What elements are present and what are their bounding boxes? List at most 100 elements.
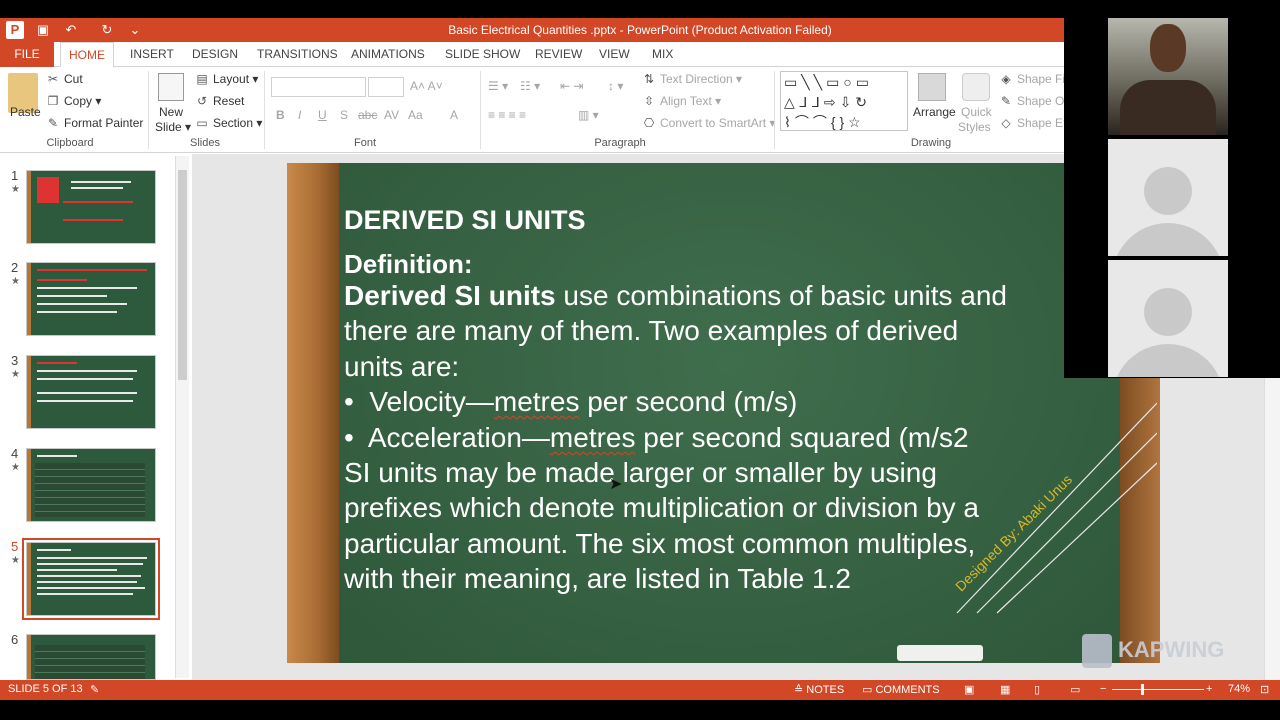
columns-icon[interactable]: ▥ ▾	[578, 108, 599, 122]
spellcheck-icon[interactable]: ✎	[90, 683, 99, 696]
zoom-level[interactable]: 74%	[1228, 683, 1250, 695]
new-slide-icon[interactable]	[158, 73, 184, 101]
arrange-icon[interactable]	[918, 73, 946, 101]
tab-mix[interactable]: MIX	[644, 42, 681, 67]
grow-font-icon[interactable]: A˄ A˅	[410, 79, 443, 93]
paste-button[interactable]: Paste	[10, 105, 41, 119]
shape-outline-button[interactable]: ✎ Shape Ou	[999, 94, 1071, 108]
indent-icons[interactable]: ⇤ ⇥	[560, 79, 583, 93]
change-case-button[interactable]: Aa	[408, 108, 423, 122]
thumb-line	[37, 549, 71, 551]
numbering-icon[interactable]: ☷ ▾	[520, 79, 540, 93]
tab-file[interactable]: FILE	[0, 42, 54, 67]
bullet-velocity[interactable]: • Velocity—metres per second (m/s)	[344, 386, 797, 418]
thumbnails-scrollbar[interactable]	[175, 156, 189, 678]
section-button[interactable]: ▭ Section ▾	[195, 116, 262, 130]
body-line-3[interactable]: units are:	[344, 351, 459, 383]
slideshow-icon[interactable]: ▭	[1070, 683, 1080, 696]
bold-button[interactable]: B	[276, 108, 285, 122]
tab-slide-show[interactable]: SLIDE SHOW	[437, 42, 528, 67]
body-line-5[interactable]: prefixes which denote multiplication or …	[344, 492, 979, 524]
quick-styles-label-2[interactable]: Styles	[958, 120, 991, 134]
section-icon: ▭	[196, 116, 208, 130]
slide-title[interactable]: DERIVED SI UNITS	[344, 205, 586, 236]
convert-smartart-button[interactable]: ⎔ Convert to SmartArt ▾	[642, 116, 776, 130]
strikethrough-button[interactable]: abc	[358, 108, 377, 122]
bullet-acceleration[interactable]: • Acceleration—metres per second squared…	[344, 422, 969, 454]
char-spacing-button[interactable]: AV	[384, 108, 399, 122]
zoom-out-icon[interactable]: −	[1100, 683, 1106, 695]
comments-button[interactable]: ▭ COMMENTS	[862, 683, 940, 696]
avatar-body	[1112, 223, 1224, 256]
layout-button[interactable]: ▤ Layout ▾	[195, 72, 258, 86]
body-line-7[interactable]: with their meaning, are listed in Table …	[344, 563, 851, 595]
reading-view-icon[interactable]: ▯	[1034, 683, 1040, 696]
slide-canvas[interactable]: DERIVED SI UNITS Definition: Derived SI …	[287, 163, 1160, 663]
normal-view-icon[interactable]: ▣	[964, 683, 974, 696]
spelling-flag-metres: metres	[493, 386, 580, 417]
tab-design[interactable]: DESIGN	[184, 42, 246, 67]
arrange-button[interactable]: Arrange	[913, 105, 956, 119]
font-name-select[interactable]	[271, 77, 366, 97]
tab-review[interactable]: REVIEW	[527, 42, 590, 67]
new-slide-label-1[interactable]: New	[159, 105, 183, 119]
tab-view[interactable]: VIEW	[591, 42, 638, 67]
fit-to-window-icon[interactable]: ⊡	[1260, 683, 1269, 696]
body-line-1[interactable]: Derived SI units use combinations of bas…	[344, 280, 1007, 312]
font-size-select[interactable]	[368, 77, 404, 97]
tab-insert[interactable]: INSERT	[122, 42, 182, 67]
font-group-label: Font	[353, 137, 376, 149]
align-icons[interactable]: ≡ ≡ ≡ ≡	[488, 108, 526, 122]
new-slide-label-2[interactable]: Slide ▾	[155, 120, 191, 134]
cut-button[interactable]: ✂ Cut	[46, 72, 83, 86]
shadow-button[interactable]: S	[340, 108, 348, 122]
align-text-button[interactable]: ⇳ Align Text ▾	[642, 94, 721, 108]
copy-button[interactable]: ❐ Copy ▾	[46, 94, 102, 108]
body-line-2[interactable]: there are many of them. Two examples of …	[344, 315, 958, 347]
underline-button[interactable]: U	[318, 108, 327, 122]
reset-button[interactable]: ↺ Reset	[195, 94, 244, 108]
definition-heading[interactable]: Definition:	[344, 249, 473, 280]
body-line-6[interactable]: particular amount. The six most common m…	[344, 528, 975, 560]
slide-thumbnail-5[interactable]	[22, 538, 160, 620]
participant-body	[1120, 80, 1216, 135]
scroll-thumb[interactable]	[178, 170, 187, 380]
quick-styles-icon[interactable]	[962, 73, 990, 101]
line-spacing-icon[interactable]: ↕ ▾	[608, 79, 623, 93]
slide-thumbnail-4[interactable]	[26, 448, 156, 522]
text-direction-button[interactable]: ⇅ Text Direction ▾	[642, 72, 742, 86]
tab-transitions[interactable]: TRANSITIONS	[249, 42, 346, 67]
notes-button[interactable]: ≙ NOTES	[794, 683, 844, 696]
format-painter-button[interactable]: ✎ Format Painter	[46, 116, 143, 130]
slide-thumbnail-6[interactable]	[26, 634, 156, 680]
thumb-line	[71, 187, 123, 189]
zoom-in-icon[interactable]: +	[1206, 683, 1212, 695]
bullet-acceleration-post: per second squared (m/s2	[635, 422, 969, 453]
bullets-icon[interactable]: ☰ ▾	[488, 79, 508, 93]
slide-sorter-icon[interactable]: ▦	[1000, 683, 1010, 696]
tab-home[interactable]: HOME	[60, 42, 114, 68]
animation-star-icon: ★	[11, 462, 20, 473]
participant-tile-2[interactable]	[1108, 139, 1228, 256]
italic-button[interactable]: I	[298, 108, 301, 122]
zoom-slider[interactable]	[1112, 689, 1204, 690]
body-line-4[interactable]: SI units may be made larger or smaller b…	[344, 457, 937, 489]
slide-thumbnail-1[interactable]	[26, 170, 156, 244]
shapes-gallery[interactable]: ▭╲╲▭○▭ △ᒧᒧ⇨⇩↻ ⌇⌒⌒{}☆	[780, 71, 908, 131]
avatar-placeholder-icon	[1144, 288, 1192, 336]
slide-thumbnail-2[interactable]	[26, 262, 156, 336]
shape-fill-button[interactable]: ◈ Shape Fill	[999, 72, 1070, 86]
zoom-slider-thumb[interactable]	[1141, 684, 1144, 695]
participant-tile-3[interactable]	[1108, 260, 1228, 377]
quick-styles-label-1[interactable]: Quick	[961, 105, 992, 119]
shape-effects-button[interactable]: ◇ Shape Eff	[999, 116, 1069, 130]
thumb-number: 1	[11, 168, 19, 183]
font-color-button[interactable]: A	[450, 108, 458, 122]
mouse-cursor-icon: ➤	[609, 476, 623, 493]
participant-video-presenter[interactable]	[1108, 18, 1228, 135]
slide-thumbnail-3[interactable]	[26, 355, 156, 429]
tab-animations[interactable]: ANIMATIONS	[343, 42, 433, 67]
bullet-velocity-pre: Velocity—	[369, 386, 494, 417]
animation-star-icon: ★	[11, 369, 20, 380]
thumb-table	[35, 463, 145, 517]
